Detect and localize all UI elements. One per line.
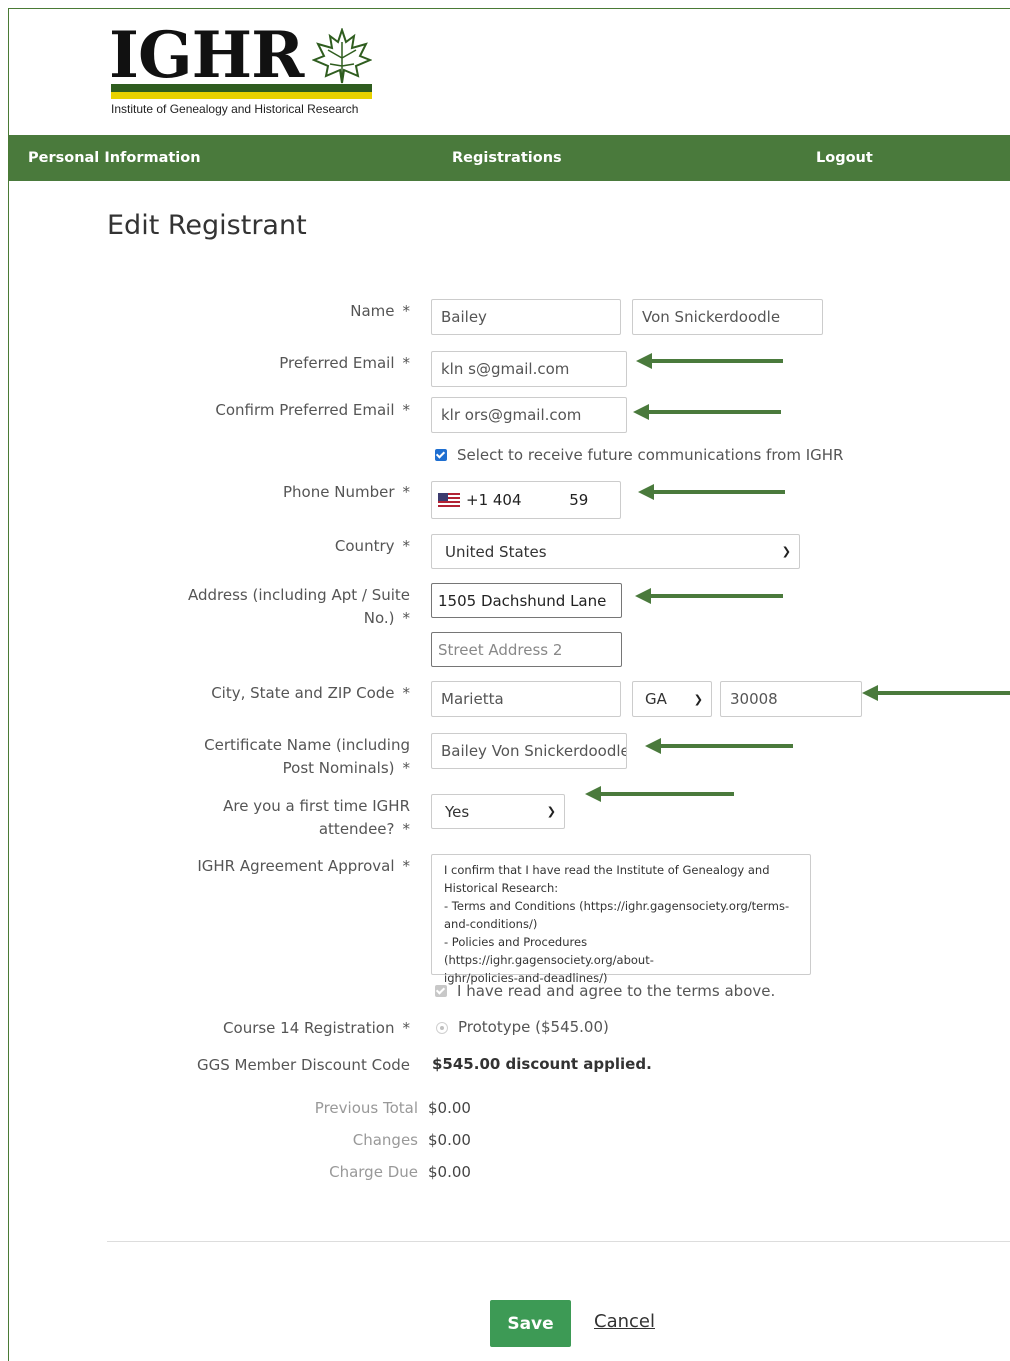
country-select[interactable]: United States ❯ [431,534,800,569]
agree-label: I have read and agree to the terms above… [457,982,776,1000]
chevron-down-icon: ❯ [546,805,556,818]
address-line1-input[interactable]: 1505 Dachshund Lane [431,583,622,618]
course-option-label: Prototype ($545.00) [458,1018,609,1036]
previous-total-value: $0.00 [428,1099,471,1117]
annotation-arrow [585,786,734,802]
us-flag-icon [438,493,460,507]
chevron-down-icon: ❯ [693,692,703,706]
divider [107,1241,1010,1242]
annotation-arrow [638,484,785,500]
agreement-label: IGHR Agreement Approval * [197,857,410,875]
address-label: Address (including Apt / Suite No.) * [188,586,410,627]
logo-bar-yellow [111,92,372,99]
agreement-line: and-conditions/) [444,917,538,931]
agreement-textarea[interactable]: I confirm that I have read the Institute… [431,854,811,985]
page-border-left [8,8,9,1361]
confirm-email-label: Confirm Preferred Email * [215,401,410,419]
annotation-arrow [645,738,793,754]
maple-leaf-icon [312,28,372,84]
charge-due-label: Charge Due [329,1163,418,1181]
main-nav: Personal Information Registrations Logou… [9,135,1010,181]
certificate-name-label: Certificate Name (including Post Nominals… [204,736,410,777]
annotation-arrow [636,353,783,369]
discount-label: GGS Member Discount Code [196,1056,410,1074]
chevron-down-icon: ❯ [781,545,791,558]
email-input[interactable]: kln s@gmail.com [431,351,627,387]
course-label: Course 14 Registration * [223,1019,410,1037]
first-time-value: Yes [445,802,470,821]
annotation-arrow [633,404,781,420]
agreement-line: Historical Research: [444,881,559,895]
ighr-logo[interactable]: IGHR Institute of Genealogy and Historic… [109,18,379,118]
nav-personal-information[interactable]: Personal Information [28,135,201,181]
annotation-arrow [862,685,1010,701]
state-select[interactable]: GA ❯ [632,681,712,717]
nav-registrations[interactable]: Registrations [452,135,562,181]
last-name-input[interactable]: Von Snickerdoodle [632,299,823,335]
discount-value: $545.00 discount applied. [432,1055,652,1073]
certificate-name-input[interactable]: Bailey Von Snickerdoodle [431,733,627,769]
annotation-arrow [635,588,783,604]
agreement-line: I confirm that I have read the Institute… [444,863,770,877]
comms-checkbox[interactable] [435,449,447,461]
nav-logout[interactable]: Logout [816,135,873,181]
confirm-email-input[interactable]: klr ors@gmail.com [431,397,627,433]
agreement-line: - Terms and Conditions (https://ighr.gag… [444,899,790,913]
agreement-line: - Policies and Procedures (https://ighr.… [444,935,654,967]
logo-subtitle: Institute of Genealogy and Historical Re… [111,102,359,116]
first-time-select[interactable]: Yes ❯ [431,794,565,829]
zip-input[interactable]: 30008 [720,681,862,717]
country-value: United States [445,542,547,561]
agree-checkbox[interactable] [435,985,447,997]
page-title: Edit Registrant [107,210,307,241]
first-time-label: Are you a first time IGHR attendee? * [223,797,410,838]
course-radio[interactable] [436,1022,448,1034]
save-button[interactable]: Save [490,1300,571,1347]
first-name-input[interactable]: Bailey [431,299,621,335]
phone-value: +1 404 59 [466,491,589,509]
email-label: Preferred Email * [279,354,410,372]
state-value: GA [645,690,667,708]
changes-value: $0.00 [428,1131,471,1149]
charge-due-value: $0.00 [428,1163,471,1181]
logo-bar-green [111,84,372,92]
logo-wordmark: IGHR [109,18,304,93]
cancel-link[interactable]: Cancel [594,1311,655,1332]
changes-label: Changes [352,1131,418,1149]
phone-input[interactable]: +1 404 59 [431,481,621,519]
name-label: Name * [350,302,410,320]
previous-total-label: Previous Total [314,1099,418,1117]
page-border-top [8,8,1010,9]
city-input[interactable]: Marietta [431,681,621,717]
phone-label: Phone Number * [283,483,410,501]
city-state-zip-label: City, State and ZIP Code * [211,684,410,702]
comms-label: Select to receive future communications … [457,446,844,464]
address-line2-input[interactable]: Street Address 2 [431,632,622,667]
country-label: Country * [334,537,410,555]
